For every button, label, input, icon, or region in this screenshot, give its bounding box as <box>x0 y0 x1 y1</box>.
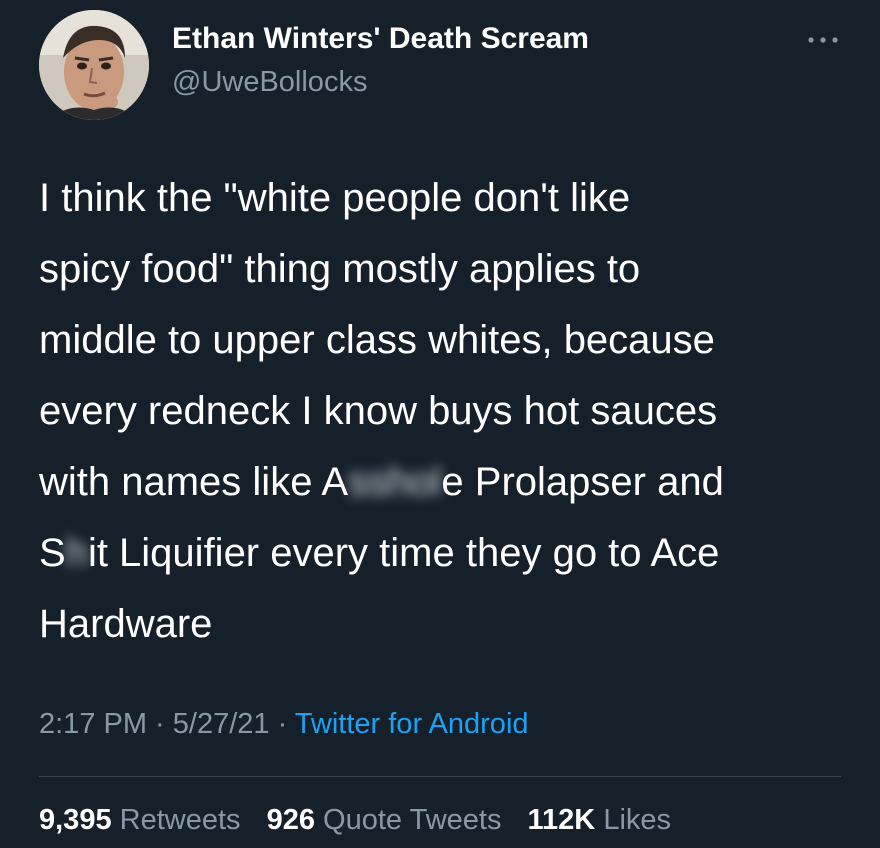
tweet-stats: 9,395 Retweets 926 Quote Tweets 112K Lik… <box>39 804 689 837</box>
more-options-icon <box>808 37 838 43</box>
display-name[interactable]: Ethan Winters' Death Scream <box>172 22 589 56</box>
retweet-count: 9,395 <box>39 804 112 836</box>
quote-tweets-stat[interactable]: 926 Quote Tweets <box>267 804 502 837</box>
user-photo-icon <box>39 10 149 120</box>
user-handle[interactable]: @UweBollocks <box>172 66 367 99</box>
quote-label: Quote Tweets <box>323 804 502 836</box>
meta-separator: · <box>147 708 173 740</box>
tweet-line: with names like Asshole Prolapser and <box>39 447 859 518</box>
tweet-line: spicy food" thing mostly applies to <box>39 247 641 291</box>
tweet-line: every redneck I know buys hot sauces <box>39 389 718 433</box>
avatar[interactable] <box>39 10 149 120</box>
retweet-label: Retweets <box>119 804 241 836</box>
quote-count: 926 <box>266 804 315 836</box>
tweet-line: I think the "white people don't like <box>39 176 631 220</box>
tweet-line: Shit Liquifier every time they go to Ace <box>39 518 859 589</box>
tweet-time[interactable]: 2:17 PM <box>39 708 147 740</box>
tweet-meta: 2:17 PM · 5/27/21 · Twitter for Android <box>39 708 529 741</box>
tweet-text-segment: with names like A <box>39 460 349 504</box>
tweet-line: middle to upper class whites, because <box>39 318 715 362</box>
tweet-card: Ethan Winters' Death Scream @UweBollocks… <box>0 0 880 848</box>
divider <box>39 776 841 777</box>
more-options-button[interactable] <box>805 30 841 50</box>
tweet-source-link[interactable]: Twitter for Android <box>295 708 529 740</box>
tweet-text: I think the "white people don't like spi… <box>39 163 859 660</box>
retweets-stat[interactable]: 9,395 Retweets <box>39 804 241 837</box>
censored-word: sshol <box>348 460 442 504</box>
tweet-date[interactable]: 5/27/21 <box>173 708 270 740</box>
like-count: 112K <box>527 804 596 836</box>
meta-separator: · <box>269 708 295 740</box>
likes-stat[interactable]: 112K Likes <box>528 804 672 837</box>
censored-word: h <box>65 531 88 575</box>
tweet-text-segment: e Prolapser and <box>441 460 724 504</box>
tweet-line: Hardware <box>39 602 213 646</box>
tweet-text-segment: it Liquifier every time they go to Ace <box>87 531 720 575</box>
like-label: Likes <box>603 804 672 836</box>
tweet-text-segment: S <box>39 531 66 575</box>
